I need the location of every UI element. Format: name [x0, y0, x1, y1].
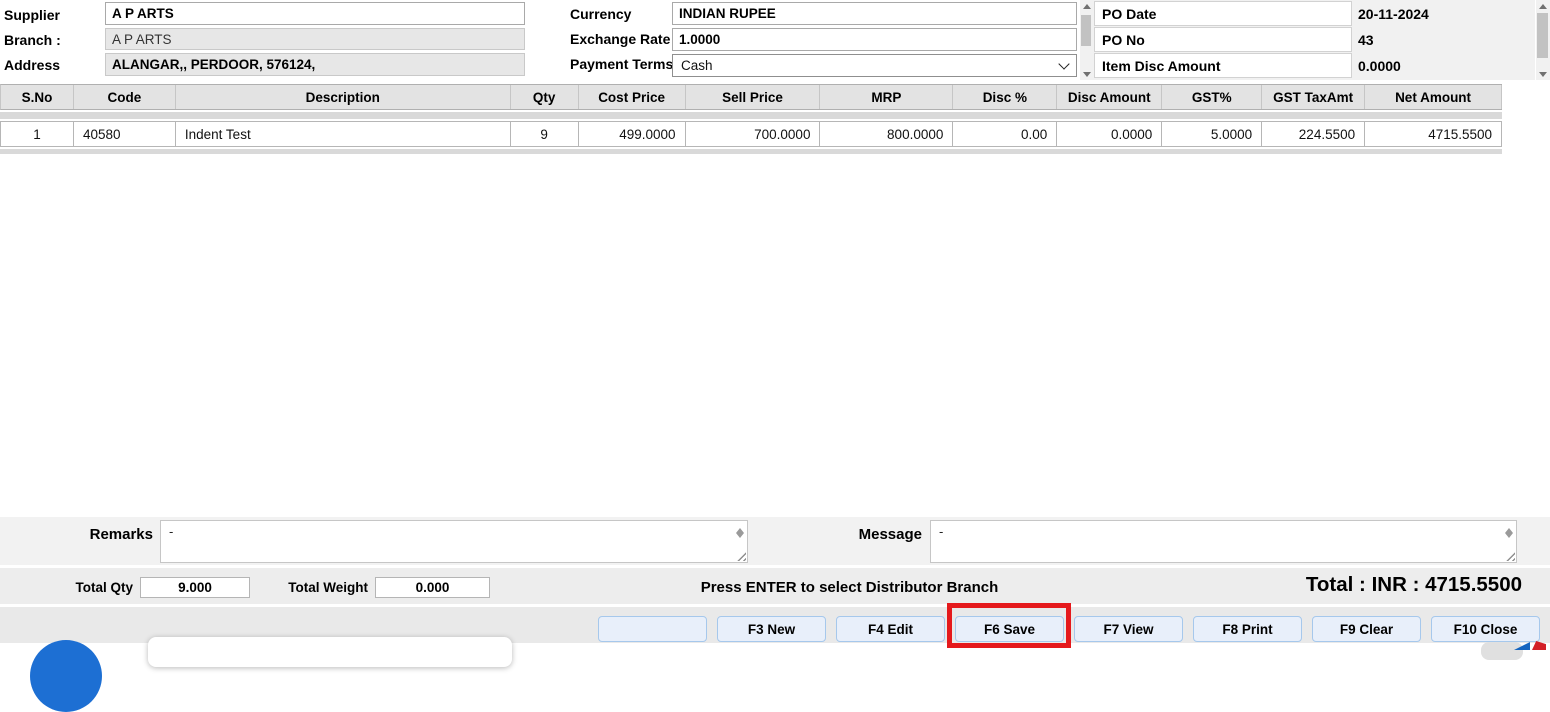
po-date-label: PO Date [1094, 1, 1352, 26]
scroll-down-icon[interactable] [1536, 68, 1549, 80]
exchange-rate-input[interactable]: 1.0000 [672, 28, 1077, 51]
table-spacer-bar [0, 149, 1502, 154]
f6-save-button[interactable]: F6 Save [955, 616, 1064, 642]
scroll-up-icon[interactable] [1536, 0, 1549, 12]
supplier-label: Supplier [4, 7, 61, 23]
total-qty-value: 9.000 [178, 580, 212, 595]
header-scrollbar-left[interactable] [1080, 0, 1093, 80]
logo-pill [1481, 642, 1523, 660]
remarks-value: - [169, 524, 174, 539]
col-header-disc-amount: Disc Amount [1057, 85, 1163, 109]
cell-net-amount: 4715.5500 [1365, 122, 1503, 146]
col-header-cost-price: Cost Price [579, 85, 686, 109]
payment-terms-label: Payment Terms [570, 56, 674, 72]
supplier-input[interactable]: A P ARTS [105, 2, 525, 25]
scroll-up-icon[interactable] [1080, 0, 1093, 12]
supplier-value: A P ARTS [112, 6, 174, 21]
branch-label: Branch : [4, 32, 61, 48]
scrollbar-thumb[interactable] [1537, 13, 1548, 58]
cell-disc-pct: 0.00 [953, 122, 1058, 146]
address-label: Address [4, 57, 61, 73]
col-header-net-amount: Net Amount [1365, 85, 1503, 109]
header-scrollbar-right[interactable] [1536, 0, 1550, 80]
cell-gst-pct: 5.0000 [1162, 122, 1263, 146]
currency-label: Currency [570, 6, 632, 22]
totals-strip: Total Qty 9.000 Total Weight 0.000 Press… [0, 568, 1550, 604]
col-header-code: Code [74, 85, 176, 109]
total-qty-label: Total Qty [75, 580, 133, 595]
item-disc-amount-value: 0.0000 [1358, 57, 1401, 74]
po-date-row[interactable]: PO Date 20-11-2024 [1094, 1, 1528, 26]
branch-value: A P ARTS [112, 31, 172, 47]
col-header-sell-price: Sell Price [686, 85, 821, 109]
po-no-value: 43 [1358, 31, 1374, 48]
remarks-strip: Remarks - Message - [0, 517, 1550, 565]
scroll-down-icon[interactable] [1080, 68, 1093, 80]
f10-close-button[interactable]: F10 Close [1431, 616, 1540, 642]
tooltip-card [148, 637, 512, 667]
message-value: - [939, 524, 944, 539]
cell-description: Indent Test [176, 122, 511, 146]
cell-sell-price: 700.0000 [686, 122, 821, 146]
blank-button[interactable] [598, 616, 707, 642]
resize-handle-icon[interactable] [736, 551, 746, 561]
total-weight-input[interactable]: 0.000 [375, 577, 490, 598]
total-weight-label: Total Weight [288, 580, 368, 595]
cell-cost-price: 499.0000 [579, 122, 686, 146]
item-disc-amount-row[interactable]: Item Disc Amount 0.0000 [1094, 53, 1528, 78]
item-disc-amount-label: Item Disc Amount [1094, 53, 1352, 78]
total-weight-value: 0.000 [415, 580, 450, 595]
cell-code: 40580 [74, 122, 176, 146]
po-header-pane: PO Date 20-11-2024 PO No 43 Item Disc Am… [1093, 0, 1535, 80]
po-no-row[interactable]: PO No 43 [1094, 27, 1528, 52]
payment-terms-select[interactable]: Cash [672, 54, 1077, 77]
scrollbar-thumb[interactable] [1081, 15, 1091, 46]
po-date-value: 20-11-2024 [1358, 5, 1429, 22]
exchange-rate-value: 1.0000 [679, 32, 721, 47]
col-header-qty: Qty [511, 85, 579, 109]
spinner-arrows-icon[interactable] [736, 524, 744, 542]
col-header-gst-pct: GST% [1162, 85, 1263, 109]
branch-input: A P ARTS [105, 28, 525, 50]
chat-bubble-button[interactable] [30, 640, 102, 712]
remarks-label: Remarks [89, 526, 153, 543]
cell-qty: 9 [511, 122, 579, 146]
total-qty-input[interactable]: 9.000 [140, 577, 250, 598]
col-header-description: Description [176, 85, 511, 109]
table-spacer-bar [0, 112, 1502, 119]
f4-edit-button[interactable]: F4 Edit [836, 616, 945, 642]
col-header-sno: S.No [1, 85, 74, 109]
exchange-rate-label: Exchange Rate [570, 31, 671, 47]
resize-handle-icon[interactable] [1505, 551, 1515, 561]
chevron-down-icon [1058, 57, 1070, 70]
table-row[interactable]: 1 40580 Indent Test 9 499.0000 700.0000 … [0, 121, 1503, 147]
f7-view-button[interactable]: F7 View [1074, 616, 1183, 642]
purchase-order-screen: Supplier A P ARTS Branch : A P ARTS Addr… [0, 0, 1550, 712]
address-input: ALANGAR,, PERDOOR, 576124, [105, 53, 525, 76]
address-value: ALANGAR,, PERDOOR, 576124, [112, 57, 316, 72]
message-label: Message [858, 526, 922, 543]
status-hint: Press ENTER to select Distributor Branch [700, 579, 999, 596]
spinner-arrows-icon[interactable] [1505, 524, 1513, 542]
remarks-textarea[interactable]: - [160, 520, 748, 563]
items-table: S.No Code Description Qty Cost Price Sel… [0, 84, 1503, 154]
po-no-label: PO No [1094, 27, 1352, 52]
cell-gst-tax-amt: 224.5500 [1262, 122, 1366, 146]
f8-print-button[interactable]: F8 Print [1193, 616, 1302, 642]
currency-value: INDIAN RUPEE [679, 6, 776, 21]
col-header-disc-pct: Disc % [953, 85, 1058, 109]
cell-mrp: 800.0000 [820, 122, 954, 146]
cell-sno: 1 [1, 122, 74, 146]
grand-total: Total : INR : 4715.5500 [1305, 573, 1522, 596]
col-header-mrp: MRP [820, 85, 954, 109]
table-header-row: S.No Code Description Qty Cost Price Sel… [0, 84, 1503, 110]
f9-clear-button[interactable]: F9 Clear [1312, 616, 1421, 642]
cell-disc-amount: 0.0000 [1057, 122, 1163, 146]
message-textarea[interactable]: - [930, 520, 1517, 563]
currency-input[interactable]: INDIAN RUPEE [672, 2, 1077, 25]
payment-terms-value: Cash [681, 58, 713, 73]
col-header-gst-tax-amt: GST TaxAmt [1262, 85, 1366, 109]
f3-new-button[interactable]: F3 New [717, 616, 826, 642]
